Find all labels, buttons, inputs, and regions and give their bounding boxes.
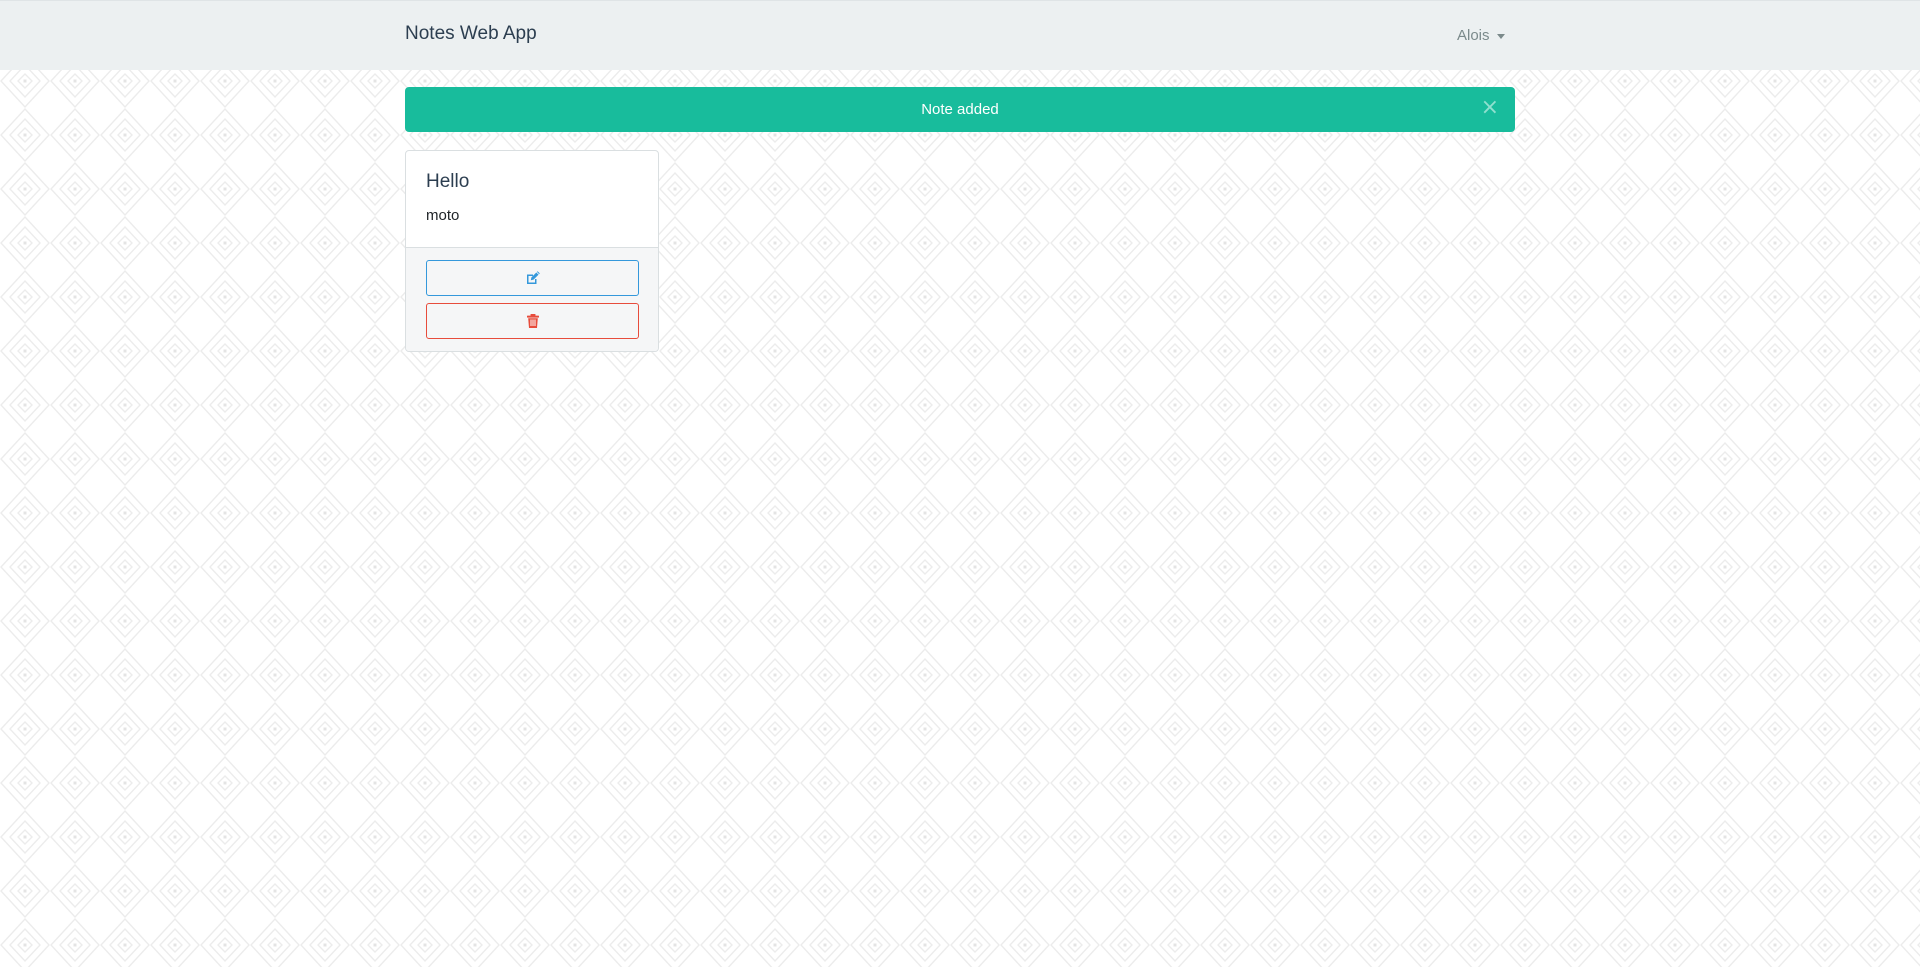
- user-dropdown[interactable]: Alois: [1457, 27, 1505, 44]
- success-alert: Note added ×: [405, 87, 1515, 132]
- note-title: Hello: [426, 171, 470, 192]
- note-text: moto: [426, 207, 460, 224]
- alert-message: Note added: [921, 101, 999, 118]
- alert-close-button[interactable]: ×: [1481, 97, 1499, 119]
- edit-note-button[interactable]: [426, 260, 639, 296]
- brand-link[interactable]: Notes Web App: [405, 23, 537, 45]
- note-card-body: Hello moto: [406, 151, 658, 247]
- caret-down-icon: [1496, 33, 1505, 39]
- top-navbar: Notes Web App Alois: [0, 0, 1920, 70]
- delete-note-button[interactable]: [426, 303, 639, 339]
- background-pattern: [0, 0, 1920, 967]
- edit-icon: [525, 270, 541, 286]
- note-card: Hello moto: [405, 150, 659, 352]
- trash-icon: [525, 313, 541, 329]
- note-card-footer: [406, 247, 658, 351]
- user-name: Alois: [1457, 27, 1490, 44]
